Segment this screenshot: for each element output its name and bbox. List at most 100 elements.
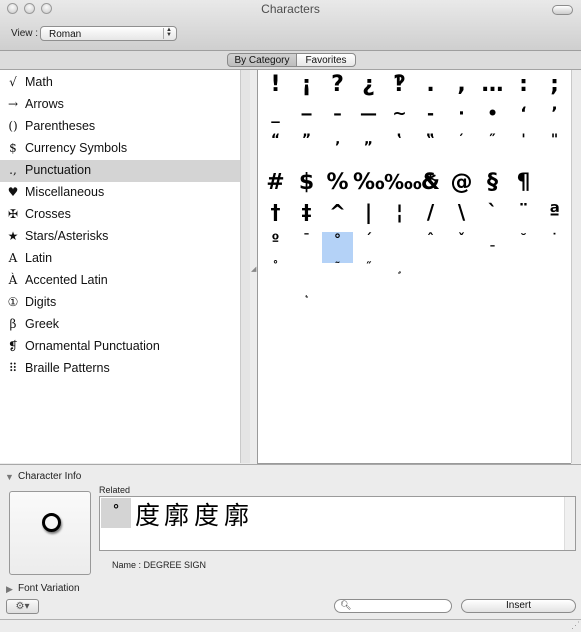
grid-char[interactable]: —: [353, 104, 384, 124]
disclosure-open-icon[interactable]: ▼: [5, 472, 14, 482]
grid-char[interactable]: ˛: [291, 284, 322, 298]
grid-char[interactable]: •: [477, 104, 508, 124]
grid-char[interactable]: ¡: [291, 72, 322, 97]
related-label: Related: [99, 485, 131, 495]
grid-char[interactable]: ?: [322, 72, 353, 97]
font-variation-label[interactable]: Font Variation: [18, 583, 80, 594]
grid-char[interactable]: ‰: [353, 170, 385, 195]
grid-char[interactable]: ¸: [384, 260, 415, 274]
related-scrollbar[interactable]: [564, 497, 575, 550]
category-item-parentheses[interactable]: () Parentheses: [0, 116, 240, 138]
related-char[interactable]: 廓: [224, 496, 249, 532]
grid-char[interactable]: ;: [539, 72, 570, 97]
grid-char[interactable]: ”: [291, 132, 322, 148]
category-item-braille-patterns[interactable]: ⠿ Braille Patterns: [0, 358, 240, 380]
grid-char[interactable]: ‒: [291, 104, 322, 124]
grid-char[interactable]: $: [291, 170, 322, 195]
category-item-latin[interactable]: A Latin: [0, 248, 240, 270]
grid-char[interactable]: ¦: [384, 200, 415, 224]
category-item-ornamental-punctuation[interactable]: ❡ Ornamental Punctuation: [0, 336, 240, 358]
grid-char[interactable]: ‚: [322, 132, 353, 148]
grid-char[interactable]: /: [415, 200, 446, 224]
grid-char[interactable]: ¿: [353, 72, 384, 97]
grid-char[interactable]: #: [260, 170, 291, 195]
insert-button[interactable]: Insert: [461, 599, 576, 613]
grid-char[interactable]: ˍ: [477, 232, 508, 248]
related-char-selected[interactable]: °: [101, 498, 131, 528]
grid-char[interactable]: ‛: [384, 132, 415, 148]
grid-char[interactable]: ˚: [260, 260, 291, 274]
category-item-math[interactable]: √ Math: [0, 72, 240, 94]
divider-grip-icon[interactable]: ◢: [251, 265, 256, 273]
tab-favorites[interactable]: Favorites: [296, 53, 356, 67]
grid-char[interactable]: ˘: [508, 232, 539, 248]
resize-grip-icon[interactable]: ⋰: [571, 620, 580, 631]
search-field[interactable]: 🔍︎: [334, 599, 452, 613]
grid-char[interactable]: \: [446, 200, 477, 224]
category-item-accented-latin[interactable]: À Accented Latin: [0, 270, 240, 292]
grid-char[interactable]: _: [260, 104, 291, 124]
view-select[interactable]: Roman ▲ ▼: [40, 26, 177, 41]
grid-char[interactable]: ·: [446, 104, 477, 124]
category-item-stars-asterisks[interactable]: ★ Stars/Asterisks: [0, 226, 240, 248]
toolbar-toggle-button[interactable]: [552, 5, 573, 15]
grid-char[interactable]: ‡: [291, 200, 322, 224]
category-item-miscellaneous[interactable]: ♥ Miscellaneous: [0, 182, 240, 204]
grid-char[interactable]: ‟: [415, 132, 446, 148]
grid-char[interactable]: ″: [477, 132, 508, 148]
grid-char[interactable]: º: [260, 232, 291, 248]
grid-char[interactable]: ^: [322, 200, 353, 224]
category-item-greek[interactable]: β Greek: [0, 314, 240, 336]
grid-char[interactable]: ": [539, 132, 570, 148]
grid-char[interactable]: †: [260, 200, 291, 224]
grid-char[interactable]: ˆ: [415, 232, 446, 248]
grid-char[interactable]: ª: [539, 200, 570, 224]
grid-char[interactable]: ‘: [508, 104, 539, 124]
disclosure-closed-icon[interactable]: ▶: [6, 584, 13, 595]
grid-char[interactable]: |: [353, 200, 384, 224]
grid-char[interactable]: @: [446, 170, 477, 195]
grid-char[interactable]: ‐: [415, 104, 446, 124]
grid-char[interactable]: .: [415, 72, 446, 97]
grid-char[interactable]: ’: [539, 104, 570, 124]
category-label: Miscellaneous: [25, 185, 105, 199]
grid-char[interactable]: ,: [446, 72, 477, 97]
category-item-currency-symbols[interactable]: $ Currency Symbols: [0, 138, 240, 160]
grid-char[interactable]: „: [353, 132, 384, 148]
grid-char[interactable]: :: [508, 72, 539, 97]
tab-by-category[interactable]: By Category: [227, 53, 297, 67]
grid-char[interactable]: ~: [384, 104, 415, 124]
grid-char[interactable]: ˙: [539, 232, 570, 248]
grid-char[interactable]: “: [260, 132, 291, 148]
related-char[interactable]: 廓: [164, 496, 189, 532]
grid-char[interactable]: ¨: [508, 200, 539, 224]
related-char[interactable]: 度: [135, 496, 160, 532]
character-info-label[interactable]: Character Info: [18, 471, 81, 482]
grid-char[interactable]: –: [322, 104, 353, 124]
character-grid-scrollbar[interactable]: [571, 70, 581, 463]
grid-char[interactable]: !: [260, 72, 291, 97]
grid-char[interactable]: ˝: [353, 260, 384, 274]
grid-char[interactable]: %: [322, 170, 353, 195]
grid-char[interactable]: ‽: [384, 72, 415, 97]
grid-char[interactable]: ': [508, 132, 539, 148]
category-icon: ⠿: [8, 361, 18, 375]
grid-char[interactable]: ˇ: [446, 232, 477, 248]
category-item-arrows[interactable]: → Arrows: [0, 94, 240, 116]
category-item-crosses[interactable]: ✠ Crosses: [0, 204, 240, 226]
grid-char[interactable]: ˜: [322, 260, 353, 274]
grid-char[interactable]: …: [477, 72, 508, 97]
grid-char[interactable]: ′: [446, 132, 477, 148]
grid-char[interactable]: §: [477, 170, 508, 195]
grid-char[interactable]: ´: [353, 232, 384, 248]
grid-char[interactable]: `: [477, 200, 508, 224]
grid-char[interactable]: ‱: [384, 170, 422, 194]
related-char[interactable]: 度: [194, 496, 219, 532]
category-item-digits[interactable]: ① Digits: [0, 292, 240, 314]
grid-char[interactable]: ¶: [508, 170, 539, 195]
grid-char[interactable]: ¯: [291, 232, 322, 248]
character-name-row: Name : DEGREE SIGN: [112, 560, 206, 570]
gear-menu-button[interactable]: ⚙▾: [6, 599, 39, 614]
category-item-punctuation[interactable]: ., Punctuation: [0, 160, 240, 182]
grid-char-selected[interactable]: °: [322, 232, 353, 263]
